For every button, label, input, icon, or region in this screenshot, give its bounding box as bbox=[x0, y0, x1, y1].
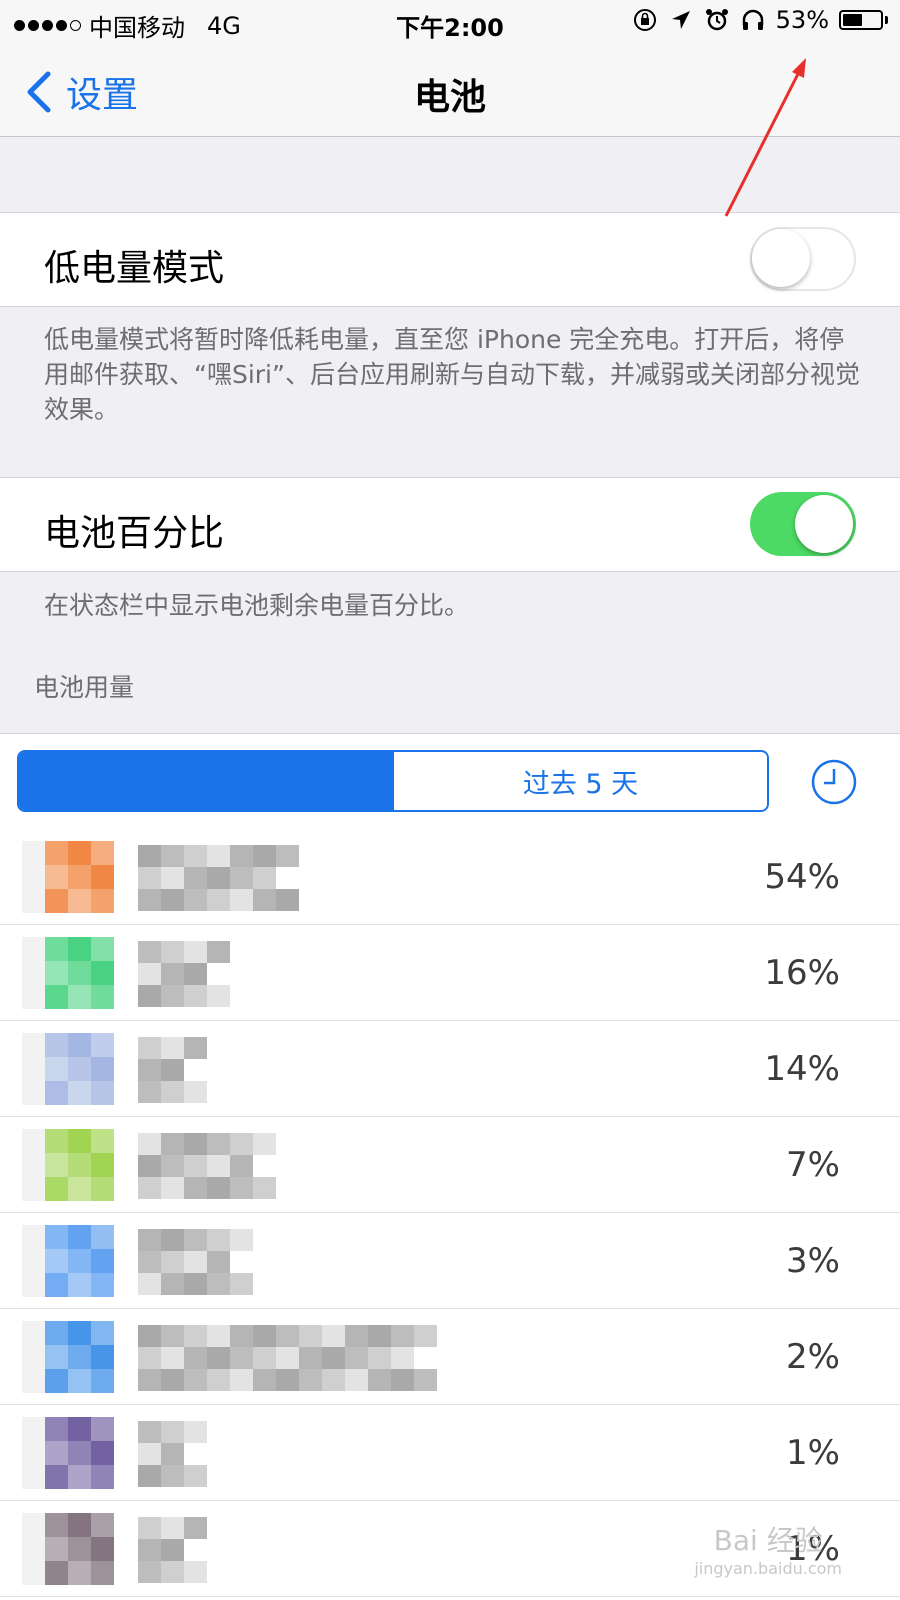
app-icon bbox=[22, 1033, 114, 1105]
status-left: 中国移动 4G bbox=[14, 8, 241, 43]
battery-percentage-label: 电池百分比 bbox=[44, 513, 225, 554]
app-name-pixelated bbox=[138, 941, 230, 1007]
app-usage-row[interactable]: 3% bbox=[0, 1213, 900, 1309]
app-icon bbox=[22, 1129, 114, 1201]
app-usage-row[interactable]: 14% bbox=[0, 1021, 900, 1117]
segment-last-5-days[interactable]: 过去 5 天 bbox=[392, 752, 767, 810]
app-name-pixelated bbox=[138, 1133, 276, 1199]
battery-percentage-toggle[interactable] bbox=[750, 492, 856, 556]
app-icon bbox=[22, 1225, 114, 1297]
app-name-pixelated bbox=[138, 1517, 207, 1583]
app-name-pixelated bbox=[138, 845, 299, 911]
network-type: 4G bbox=[207, 11, 241, 40]
low-power-mode-cell: 低电量模式 bbox=[0, 212, 900, 307]
app-battery-percent: 2% bbox=[786, 1337, 840, 1377]
app-name-pixelated bbox=[138, 1325, 437, 1391]
toggle-knob bbox=[752, 229, 810, 287]
app-usage-row[interactable]: 2% bbox=[0, 1309, 900, 1405]
low-power-mode-toggle[interactable] bbox=[750, 227, 856, 291]
app-icon bbox=[22, 1321, 114, 1393]
signal-strength-icon bbox=[14, 20, 81, 31]
app-name-pixelated bbox=[138, 1037, 207, 1103]
carrier-name: 中国移动 bbox=[89, 14, 185, 42]
location-icon bbox=[671, 11, 690, 29]
app-battery-percent: 3% bbox=[786, 1241, 840, 1281]
battery-usage-section: 过去 5 天 54% 16% 14% 7% 3% 2% 1% 1% bbox=[0, 733, 900, 1600]
battery-percentage-cell: 电池百分比 bbox=[0, 477, 900, 572]
app-battery-percent: 7% bbox=[786, 1145, 840, 1185]
app-battery-percent: 14% bbox=[764, 1049, 840, 1089]
battery-percentage-description: 在状态栏中显示电池剩余电量百分比。 bbox=[44, 591, 470, 620]
status-right: 53% bbox=[632, 6, 888, 34]
app-usage-row[interactable]: 16% bbox=[0, 925, 900, 1021]
app-icon bbox=[22, 1417, 114, 1489]
alarm-icon bbox=[705, 9, 728, 31]
navigation-bar: 设置 电池 bbox=[0, 44, 900, 137]
headphones-icon bbox=[742, 9, 763, 30]
battery-usage-header: 电池用量 bbox=[34, 673, 135, 702]
clock-icon[interactable] bbox=[810, 758, 858, 806]
app-name-pixelated bbox=[138, 1421, 207, 1487]
app-usage-list: 54% 16% 14% 7% 3% 2% 1% 1% bbox=[0, 829, 900, 1597]
watermark-main: Bai 经验 bbox=[713, 1524, 823, 1557]
app-battery-percent: 54% bbox=[764, 857, 840, 897]
watermark-url: jingyan.baidu.com bbox=[694, 1559, 842, 1578]
app-usage-row[interactable]: 7% bbox=[0, 1117, 900, 1213]
app-battery-percent: 1% bbox=[786, 1433, 840, 1473]
watermark-logo: Bai 经验 jingyan.baidu.com bbox=[694, 1519, 842, 1578]
back-label: 设置 bbox=[66, 75, 139, 116]
battery-fill bbox=[843, 14, 863, 26]
battery-percent: 53% bbox=[775, 6, 829, 34]
battery-icon bbox=[839, 10, 888, 30]
chevron-left-icon bbox=[27, 71, 51, 113]
app-usage-row[interactable]: 54% bbox=[0, 829, 900, 925]
app-usage-row[interactable]: 1% bbox=[0, 1405, 900, 1501]
status-bar: 中国移动 4G 下午2:00 53% bbox=[0, 0, 900, 44]
back-button[interactable]: 设置 bbox=[24, 66, 138, 118]
app-icon bbox=[22, 1513, 114, 1585]
app-name-pixelated bbox=[138, 1229, 253, 1295]
app-icon bbox=[22, 841, 114, 913]
toggle-knob bbox=[795, 495, 853, 553]
low-power-mode-description: 低电量模式将暂时降低耗电量，直至您 iPhone 完全充电。打开后，将停用邮件获… bbox=[44, 325, 860, 424]
low-power-mode-label: 低电量模式 bbox=[44, 248, 225, 289]
orientation-lock-icon bbox=[633, 9, 656, 31]
segment-recent[interactable] bbox=[19, 752, 392, 810]
time-range-segmented-control: 过去 5 天 bbox=[17, 750, 769, 812]
app-icon bbox=[22, 937, 114, 1009]
app-battery-percent: 16% bbox=[764, 953, 840, 993]
